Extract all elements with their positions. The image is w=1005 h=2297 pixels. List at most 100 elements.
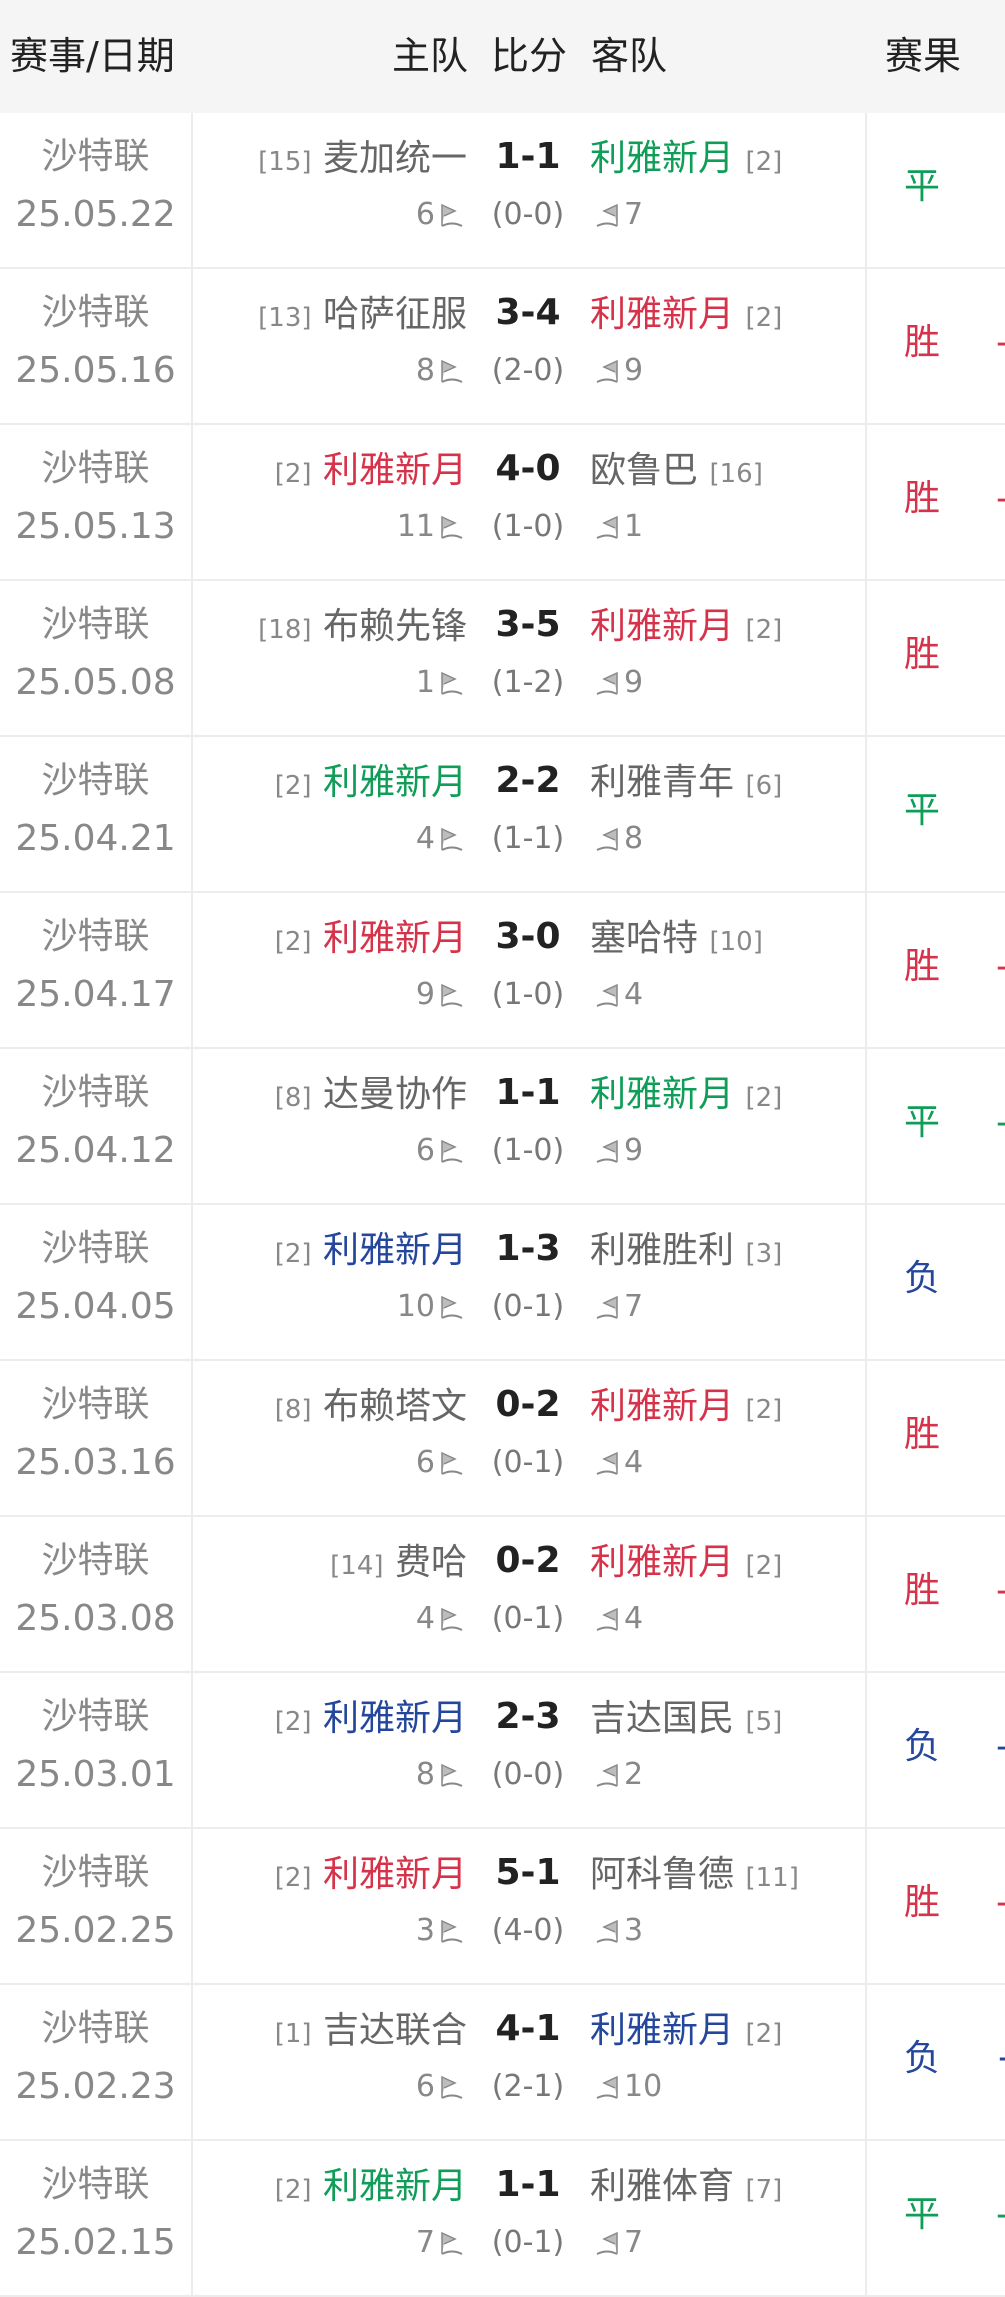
home-team-name[interactable]: 利雅新月: [323, 1230, 467, 1271]
match-row[interactable]: 沙特联 25.05.08 [18] 布赖先锋 3-5 (1-2) 利雅新月 [2] 1 9 胜: [0, 581, 1005, 737]
home-team[interactable]: [18] 布赖先锋: [258, 605, 467, 652]
away-team[interactable]: 阿科鲁德 [11]: [590, 1853, 799, 1900]
home-team[interactable]: [2] 利雅新月: [275, 917, 467, 964]
home-team[interactable]: [1] 吉达联合: [275, 2009, 467, 2056]
home-team-name[interactable]: 利雅新月: [323, 762, 467, 803]
header-home[interactable]: 主队: [392, 0, 468, 113]
home-team-name[interactable]: 吉达联合: [323, 2010, 467, 2051]
home-team-name[interactable]: 麦加统一: [323, 138, 467, 179]
match-row[interactable]: 沙特联 25.05.16 [13] 哈萨征服 3-4 (2-0) 利雅新月 [2] 8 9 胜 -: [0, 269, 1005, 425]
home-team-name[interactable]: 布赖先锋: [323, 606, 467, 647]
away-team[interactable]: 利雅青年 [6]: [590, 761, 782, 808]
home-team-name[interactable]: 布赖塔文: [323, 1386, 467, 1427]
header-away[interactable]: 客队: [591, 0, 667, 113]
match-result: 平: [903, 790, 940, 831]
match-result: 负: [903, 1726, 940, 1767]
match-row[interactable]: 沙特联 25.02.25 [2] 利雅新月 5-1 (4-0) 阿科鲁德 [11] 3 3 胜 -: [0, 1829, 1005, 1985]
full-time-score: 3-4: [495, 292, 561, 333]
match-row[interactable]: 沙特联 25.02.23 [1] 吉达联合 4-1 (2-1) 利雅新月 [2] 6 10 负 +: [0, 1985, 1005, 2141]
home-team[interactable]: [2] 利雅新月: [275, 449, 467, 496]
home-team-name[interactable]: 利雅新月: [323, 1698, 467, 1739]
match-row[interactable]: 沙特联 25.03.01 [2] 利雅新月 2-3 (0-0) 吉达国民 [5] 8 2 负 -: [0, 1673, 1005, 1829]
home-team[interactable]: [8] 布赖塔文: [275, 1385, 467, 1432]
away-team-name[interactable]: 吉达国民: [590, 1698, 734, 1739]
home-team[interactable]: [2] 利雅新月: [275, 1697, 467, 1744]
match-row[interactable]: 沙特联 25.03.16 [8] 布赖塔文 0-2 (0-1) 利雅新月 [2] 6 4 胜: [0, 1361, 1005, 1517]
away-team[interactable]: 欧鲁巴 [16]: [590, 449, 763, 496]
match-row[interactable]: 沙特联25.05.13[2] 利雅新月4-0(1-0)欧鲁巴 [16]111胜-: [0, 425, 1005, 581]
match-result: 胜: [903, 634, 940, 675]
match-row[interactable]: 沙特联 25.05.22 [15] 麦加统一 1-1 (0-0) 利雅新月 [2] 6 7 平: [0, 113, 1005, 269]
match-result: 胜: [903, 946, 940, 987]
match-row[interactable]: 沙特联 25.02.15 [2] 利雅新月 1-1 (0-1) 利雅体育 [7] 7 7 平 -: [0, 2141, 1005, 2297]
home-team[interactable]: [2] 利雅新月: [275, 1853, 467, 1900]
home-team-name[interactable]: 利雅新月: [323, 450, 467, 491]
column-divider: [191, 1049, 193, 1203]
away-team-name[interactable]: 欧鲁巴: [590, 450, 698, 491]
away-team-name[interactable]: 利雅新月: [590, 1386, 734, 1427]
away-team[interactable]: 利雅新月 [2]: [590, 605, 782, 652]
match-date: 25.05.13: [15, 506, 176, 547]
home-team[interactable]: [2] 利雅新月: [275, 2165, 467, 2212]
away-team[interactable]: 利雅新月 [2]: [590, 2009, 782, 2056]
home-team-name[interactable]: 费哈: [395, 1542, 467, 1583]
handicap-edge: -: [996, 945, 1005, 989]
full-time-score: 1-3: [495, 1228, 561, 1269]
match-row[interactable]: 沙特联 25.04.12 [8] 达曼协作 1-1 (1-0) 利雅新月 [2] 6 9 平 -: [0, 1049, 1005, 1205]
away-team[interactable]: 利雅新月 [2]: [590, 1385, 782, 1432]
match-row[interactable]: 沙特联 25.04.21 [2] 利雅新月 2-2 (1-1) 利雅青年 [6] 4 8 平: [0, 737, 1005, 893]
away-corner-count: 7: [624, 2225, 644, 2260]
home-team-name[interactable]: 利雅新月: [323, 918, 467, 959]
away-team[interactable]: 利雅新月 [2]: [590, 293, 782, 340]
away-team[interactable]: 塞哈特 [10]: [590, 917, 763, 964]
away-corner-count: 4: [624, 1445, 644, 1480]
away-team[interactable]: 利雅新月 [2]: [590, 1541, 782, 1588]
away-team[interactable]: 吉达国民 [5]: [590, 1697, 782, 1744]
home-team[interactable]: [2] 利雅新月: [275, 1229, 467, 1276]
home-team[interactable]: [15] 麦加统一: [258, 137, 467, 184]
match-row[interactable]: 沙特联 25.04.05 [2] 利雅新月 1-3 (0-1) 利雅胜利 [3] 10 7 负: [0, 1205, 1005, 1361]
home-team-name[interactable]: 利雅新月: [323, 1854, 467, 1895]
home-rank: [2]: [274, 1707, 312, 1737]
away-team-name[interactable]: 利雅新月: [590, 606, 734, 647]
away-corners: 8: [592, 819, 643, 859]
away-team-name[interactable]: 塞哈特: [590, 918, 698, 959]
full-time-score: 3-5: [495, 604, 561, 645]
handicap-edge: -: [996, 321, 1005, 365]
home-corner-count: 10: [396, 1289, 435, 1324]
header-result[interactable]: 赛果: [885, 0, 961, 113]
header-score[interactable]: 比分: [491, 0, 567, 113]
home-team-name[interactable]: 哈萨征服: [323, 294, 467, 335]
home-corners: 6: [416, 195, 467, 235]
league-name: 沙特联: [41, 1852, 150, 1893]
away-team-name[interactable]: 利雅新月: [590, 138, 734, 179]
column-divider: [191, 1829, 193, 1983]
match-row[interactable]: 沙特联 25.03.08 [14] 费哈 0-2 (0-1) 利雅新月 [2] 4 4 胜 -: [0, 1517, 1005, 1673]
match-date: 25.03.16: [15, 1442, 176, 1483]
away-team-name[interactable]: 利雅胜利: [590, 1230, 734, 1271]
header-event-date[interactable]: 赛事/日期: [10, 0, 175, 113]
away-team-name[interactable]: 利雅青年: [590, 762, 734, 803]
away-team[interactable]: 利雅胜利 [3]: [590, 1229, 782, 1276]
home-team-name[interactable]: 达曼协作: [323, 1074, 467, 1115]
league-name: 沙特联: [41, 916, 150, 957]
match-date: 25.02.15: [15, 2222, 176, 2263]
home-rank: [2]: [274, 1863, 312, 1893]
away-team-name[interactable]: 阿科鲁德: [590, 1854, 734, 1895]
full-time-score: 1-1: [495, 2164, 561, 2205]
away-team-name[interactable]: 利雅新月: [590, 1542, 734, 1583]
match-row[interactable]: 沙特联 25.04.17 [2] 利雅新月 3-0 (1-0) 塞哈特 [10] 9 4 胜 -: [0, 893, 1005, 1049]
corner-flag-icon: [441, 2075, 463, 2099]
home-team[interactable]: [13] 哈萨征服: [258, 293, 467, 340]
away-team[interactable]: 利雅新月 [2]: [590, 137, 782, 184]
away-team-name[interactable]: 利雅体育: [590, 2166, 734, 2207]
away-team[interactable]: 利雅体育 [7]: [590, 2165, 782, 2212]
away-team-name[interactable]: 利雅新月: [590, 294, 734, 335]
away-team[interactable]: 利雅新月 [2]: [590, 1073, 782, 1120]
away-team-name[interactable]: 利雅新月: [590, 1074, 734, 1115]
home-team[interactable]: [2] 利雅新月: [275, 761, 467, 808]
away-team-name[interactable]: 利雅新月: [590, 2010, 734, 2051]
home-team[interactable]: [14] 费哈: [330, 1541, 467, 1588]
home-team[interactable]: [8] 达曼协作: [275, 1073, 467, 1120]
home-team-name[interactable]: 利雅新月: [323, 2166, 467, 2207]
